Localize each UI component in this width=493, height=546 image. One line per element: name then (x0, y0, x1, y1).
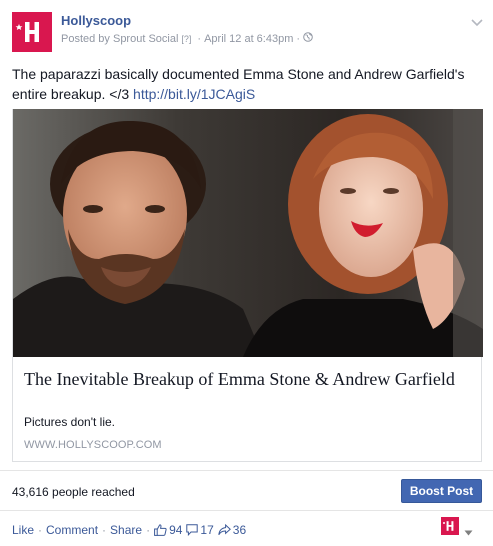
chevron-down-icon[interactable] (471, 14, 483, 32)
link-preview-photo[interactable] (13, 109, 483, 357)
shares-stat[interactable]: 36 (218, 523, 246, 537)
divider (0, 510, 493, 511)
link-preview-title[interactable]: The Inevitable Breakup of Emma Stone & A… (24, 368, 464, 390)
share-link[interactable]: Share (110, 523, 142, 537)
thumbs-up-icon (154, 524, 167, 536)
action-separator: · (146, 523, 151, 537)
globe-icon[interactable] (303, 32, 313, 45)
meta-separator: · (197, 32, 202, 45)
acting-as-page-icon[interactable] (441, 517, 459, 535)
post-message: The paparazzi basically documented Emma … (12, 64, 480, 104)
shares-count: 36 (232, 523, 247, 537)
link-preview-card[interactable]: The Inevitable Breakup of Emma Stone & A… (12, 109, 483, 462)
action-separator: · (38, 523, 43, 537)
like-link[interactable]: Like (12, 523, 34, 537)
page-name-link[interactable]: Hollyscoop (61, 13, 131, 28)
likes-stat[interactable]: 94 (154, 523, 182, 537)
boost-post-button[interactable]: Boost Post (401, 479, 482, 503)
likes-count: 94 (169, 523, 183, 537)
action-row: Like · Comment · Share · 94 17 36 (12, 523, 250, 537)
divider (0, 470, 493, 471)
post-timestamp[interactable]: April 12 at 6:43pm (204, 33, 293, 45)
comments-stat[interactable]: 17 (186, 523, 214, 537)
meta-separator: · (296, 32, 301, 45)
hollyscoop-logo-icon[interactable] (12, 12, 52, 52)
facebook-post: Hollyscoop Posted by Sprout Social [?] ·… (0, 0, 493, 546)
caret-down-icon[interactable] (464, 523, 473, 541)
link-preview-description: Pictures don't lie. (24, 415, 116, 429)
action-separator: · (102, 523, 107, 537)
comment-bubble-icon (186, 524, 199, 536)
link-preview-domain: WWW.HOLLYSCOOP.COM (24, 439, 162, 451)
comment-link[interactable]: Comment (46, 523, 98, 537)
reach-count[interactable]: 43,616 people reached (12, 485, 135, 499)
post-meta: Posted by Sprout Social [?] · April 12 a… (61, 32, 313, 45)
share-arrow-icon (218, 524, 231, 536)
help-mark[interactable]: [?] (181, 34, 191, 44)
posted-by-text: Posted by Sprout Social (61, 32, 179, 45)
post-message-link[interactable]: http://bit.ly/1JCAgiS (133, 86, 255, 102)
comments-count: 17 (200, 523, 214, 537)
